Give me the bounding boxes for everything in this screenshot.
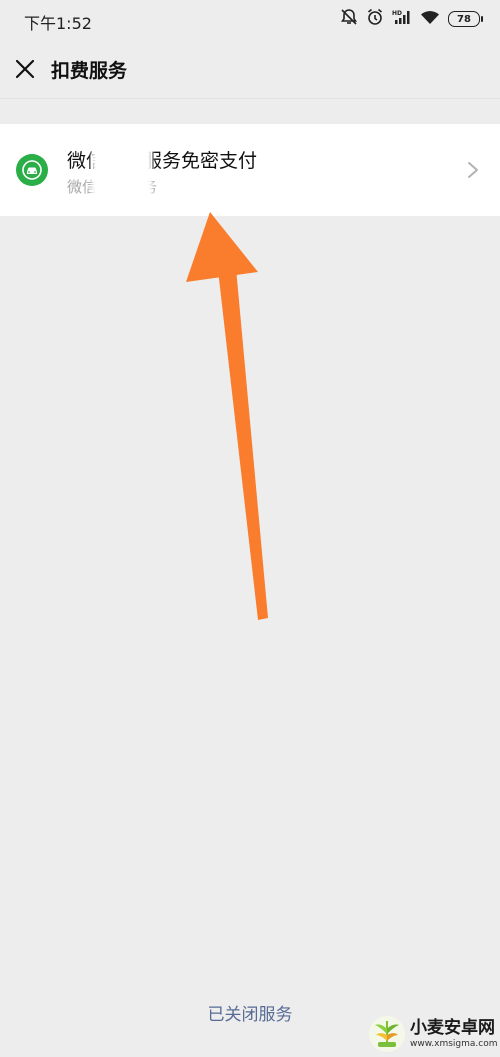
status-icons: HD 78 [340,8,483,30]
watermark-url: www.xmsigma.com [410,1038,498,1049]
watermark-text: 小麦安卓网 www.xmsigma.com [410,1018,497,1050]
battery-level: 78 [457,13,471,25]
watermark-title: 小麦安卓网 [410,1017,495,1038]
watermark: 小麦安卓网 www.xmsigma.com [368,1010,500,1057]
android-logo [369,1015,405,1052]
status-time: 下午1:52 [24,14,92,33]
status-bar: 下午1:52 HD 78 [0,0,500,40]
battery-icon: 78 [448,11,483,27]
alarm-icon [366,8,384,30]
close-icon [15,59,35,79]
service-list-item[interactable]: 微信 服务免密支付 微信 服务 [0,124,500,216]
svg-text:HD: HD [392,10,402,17]
close-button[interactable] [12,56,38,82]
mute-bell-icon [340,8,358,30]
hd-signal-icon: HD [392,8,412,30]
page-title: 扣费服务 [51,60,128,82]
service-icon [16,154,48,186]
wifi-icon [420,9,440,29]
privacy-blur [92,144,152,204]
car-icon [22,160,42,180]
navigation-bar: 扣费服务 [0,40,500,99]
arrow-shaft [218,268,268,620]
chevron-right-icon [468,162,478,178]
arrow-head [186,212,258,282]
